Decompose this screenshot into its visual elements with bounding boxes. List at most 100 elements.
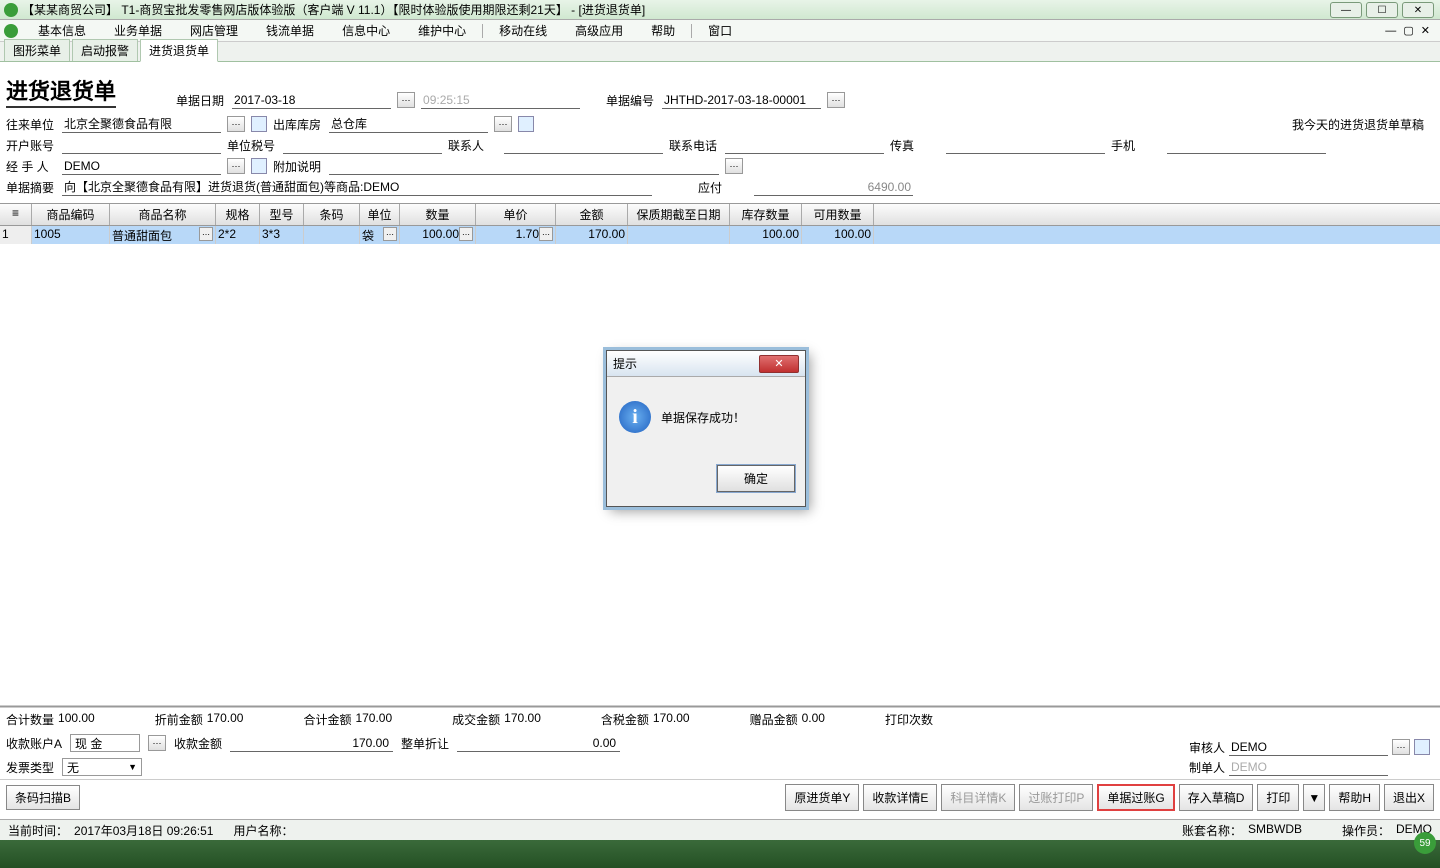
menu-money[interactable]: 钱流单据 xyxy=(252,20,328,41)
menu-biz[interactable]: 业务单据 xyxy=(100,20,176,41)
supplier-info-icon[interactable] xyxy=(251,116,267,132)
tot-pre: 170.00 xyxy=(207,711,244,728)
handler-input[interactable] xyxy=(62,157,221,175)
tab-alarm[interactable]: 启动报警 xyxy=(72,39,138,61)
dialog-titlebar[interactable]: 提示 ✕ xyxy=(607,351,805,377)
col-code[interactable]: 商品编码 xyxy=(32,204,110,225)
date-picker-button[interactable]: ⋯ xyxy=(397,92,415,108)
help-button[interactable]: 帮助H xyxy=(1329,784,1380,811)
cell-model[interactable]: 3*3 xyxy=(260,226,304,244)
close-button[interactable]: ✕ xyxy=(1402,2,1434,18)
inv-combo[interactable]: 无▼ xyxy=(62,758,142,776)
tab-return-order[interactable]: 进货退货单 xyxy=(140,39,218,62)
fax-input[interactable] xyxy=(946,136,1105,154)
summary-label: 单据摘要 xyxy=(6,179,56,196)
warehouse-info-icon[interactable] xyxy=(518,116,534,132)
draft-note-link[interactable]: 我今天的进货退货单草稿 xyxy=(1292,116,1434,133)
reviewer-input[interactable] xyxy=(1229,738,1388,756)
warehouse-input[interactable] xyxy=(329,115,488,133)
post-button[interactable]: 单据过账G xyxy=(1097,784,1174,811)
col-expire[interactable]: 保质期截至日期 xyxy=(628,204,730,225)
status-bar: 当前时间：2017年03月18日 09:26:51 用户名称： 账套名称：SMB… xyxy=(0,819,1440,840)
minimize-button[interactable]: — xyxy=(1330,2,1362,18)
col-unit[interactable]: 单位 xyxy=(360,204,400,225)
col-name[interactable]: 商品名称 xyxy=(110,204,216,225)
col-price[interactable]: 单价 xyxy=(476,204,556,225)
acct-pick-button[interactable]: ⋯ xyxy=(148,735,166,751)
doc-no-button[interactable]: ⋯ xyxy=(827,92,845,108)
tab-graphic-menu[interactable]: 图形菜单 xyxy=(4,39,70,61)
handler-pick-button[interactable]: ⋯ xyxy=(227,158,245,174)
save-draft-button[interactable]: 存入草稿D xyxy=(1179,784,1254,811)
menu-window[interactable]: 窗口 xyxy=(694,20,746,41)
disc-input[interactable] xyxy=(457,734,620,752)
price-pick-icon[interactable]: ⋯ xyxy=(539,227,553,241)
menu-mobile[interactable]: 移动在线 xyxy=(485,20,561,41)
print-dropdown-button[interactable]: ▼ xyxy=(1303,784,1325,811)
col-spec[interactable]: 规格 xyxy=(216,204,260,225)
cell-unit[interactable]: 袋⋯ xyxy=(360,226,400,244)
menu-info[interactable]: 信息中心 xyxy=(328,20,404,41)
contact-input[interactable] xyxy=(504,136,663,154)
menu-maint[interactable]: 维护中心 xyxy=(404,20,480,41)
col-qty[interactable]: 数量 xyxy=(400,204,476,225)
mobile-input[interactable] xyxy=(1167,136,1326,154)
col-model[interactable]: 型号 xyxy=(260,204,304,225)
col-amount[interactable]: 金额 xyxy=(556,204,628,225)
extra-input[interactable] xyxy=(329,157,719,175)
cell-qty[interactable]: 100.00⋯ xyxy=(400,226,476,244)
col-indicator[interactable]: ≡ xyxy=(0,204,32,225)
window-controls: — ☐ ✕ xyxy=(1330,2,1434,18)
cell-barcode[interactable] xyxy=(304,226,360,244)
menu-shop[interactable]: 网店管理 xyxy=(176,20,252,41)
menu-help[interactable]: 帮助 xyxy=(637,20,689,41)
doc-no-input[interactable] xyxy=(662,91,821,109)
date-input[interactable] xyxy=(232,91,391,109)
menu-basic[interactable]: 基本信息 xyxy=(24,20,100,41)
col-stock[interactable]: 库存数量 xyxy=(730,204,802,225)
bank-input[interactable] xyxy=(62,136,221,154)
print-button[interactable]: 打印 xyxy=(1257,784,1299,811)
orig-order-button[interactable]: 原进货单Y xyxy=(785,784,859,811)
dialog-message: 单据保存成功！ xyxy=(661,409,745,426)
name-pick-icon[interactable]: ⋯ xyxy=(199,227,213,241)
handler-info-icon[interactable] xyxy=(251,158,267,174)
unit-pick-icon[interactable]: ⋯ xyxy=(383,227,397,241)
barcode-scan-button[interactable]: 条码扫描B xyxy=(6,785,80,810)
dialog-ok-button[interactable]: 确定 xyxy=(717,465,795,492)
pay-amt-input[interactable] xyxy=(230,734,393,752)
cell-spec[interactable]: 2*2 xyxy=(216,226,260,244)
supplier-pick-button[interactable]: ⋯ xyxy=(227,116,245,132)
os-taskbar[interactable] xyxy=(0,840,1440,868)
notification-badge[interactable]: 59 xyxy=(1414,832,1436,854)
table-row[interactable]: 1 1005 普通甜面包⋯ 2*2 3*3 袋⋯ 100.00⋯ 1.70⋯ 1… xyxy=(0,226,1440,244)
no-label: 单据编号 xyxy=(606,92,656,109)
supplier-input[interactable] xyxy=(62,115,221,133)
cell-expire[interactable] xyxy=(628,226,730,244)
pay-detail-button[interactable]: 收款详情E xyxy=(863,784,937,811)
summary-input[interactable] xyxy=(62,178,652,196)
menu-adv[interactable]: 高级应用 xyxy=(561,20,637,41)
cell-price[interactable]: 1.70⋯ xyxy=(476,226,556,244)
tax-input[interactable] xyxy=(283,136,442,154)
exit-button[interactable]: 退出X xyxy=(1384,784,1434,811)
reviewer-pick-button[interactable]: ⋯ xyxy=(1392,739,1410,755)
phone-input[interactable] xyxy=(725,136,884,154)
subject-detail-button: 科目详情K xyxy=(941,784,1015,811)
qty-pick-icon[interactable]: ⋯ xyxy=(459,227,473,241)
bank-label: 开户账号 xyxy=(6,137,56,154)
maximize-button[interactable]: ☐ xyxy=(1366,2,1398,18)
warehouse-pick-button[interactable]: ⋯ xyxy=(494,116,512,132)
cell-amount[interactable]: 170.00 xyxy=(556,226,628,244)
reviewer-info-icon[interactable] xyxy=(1414,739,1430,755)
cell-name[interactable]: 普通甜面包⋯ xyxy=(110,226,216,244)
contact-label: 联系人 xyxy=(448,137,498,154)
col-barcode[interactable]: 条码 xyxy=(304,204,360,225)
mdi-controls[interactable]: — ▢ ✕ xyxy=(1385,24,1432,37)
status-db: SMBWDB xyxy=(1248,822,1302,839)
extra-pick-button[interactable]: ⋯ xyxy=(725,158,743,174)
cell-code[interactable]: 1005 xyxy=(32,226,110,244)
acct-combo[interactable]: 现 金 xyxy=(70,734,140,752)
dialog-close-button[interactable]: ✕ xyxy=(759,355,799,373)
col-avail[interactable]: 可用数量 xyxy=(802,204,874,225)
